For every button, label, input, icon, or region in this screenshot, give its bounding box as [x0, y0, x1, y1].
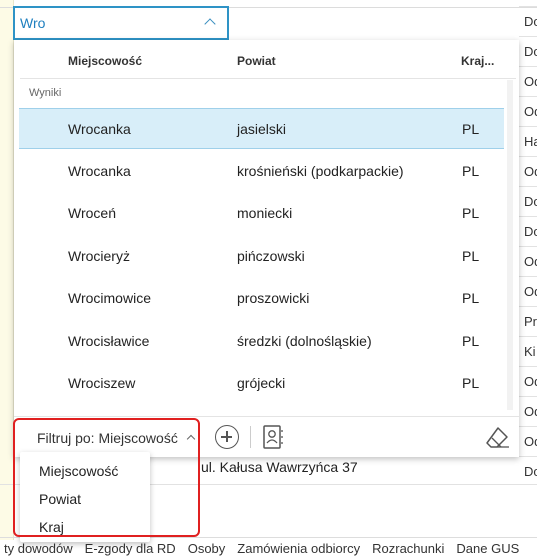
column-header-country[interactable]: Kraj... — [461, 54, 494, 68]
bg-cell: Od — [519, 66, 537, 96]
footer-divider — [14, 416, 519, 417]
result-city: Wrocanka — [68, 163, 131, 179]
result-district: pińczowski — [237, 248, 305, 264]
result-district: grójecki — [237, 375, 286, 391]
result-district: moniecki — [237, 205, 293, 221]
result-district: proszowicki — [237, 290, 310, 306]
results-scrollbar[interactable] — [507, 80, 513, 410]
result-row[interactable]: Wrocanka krośnieński (podkarpackie) PL — [19, 151, 504, 192]
filter-options-menu: Miejscowość Powiat Kraj — [20, 452, 150, 542]
result-city: Wrocieryż — [68, 248, 130, 264]
bg-cell: Do — [519, 216, 537, 246]
result-row[interactable]: Wroceń moniecki PL — [19, 193, 504, 234]
background-right-column: Do Do Od Od Ha Od Do Do Od Od Pr Ki Od O… — [519, 0, 537, 479]
city-search-combobox[interactable] — [13, 6, 229, 40]
result-country: PL — [462, 375, 480, 391]
chevron-up-icon[interactable] — [186, 434, 196, 444]
bg-cell: Od — [519, 96, 537, 126]
bg-cell: Do — [519, 456, 537, 486]
header-divider — [20, 78, 516, 79]
bg-cell: Ha — [519, 126, 537, 156]
chevron-up-icon[interactable] — [204, 18, 216, 30]
filter-by-button[interactable]: Filtruj po: Miejscowość — [37, 430, 178, 446]
result-country: PL — [462, 248, 480, 264]
result-country: PL — [462, 163, 480, 179]
bg-cell: Od — [519, 276, 537, 306]
result-row[interactable]: Wrocisławice średzki (dolnośląskie) PL — [19, 321, 504, 362]
bg-cell: Od — [519, 426, 537, 456]
result-district: krośnieński (podkarpackie) — [237, 163, 404, 179]
background-left-strip — [0, 0, 14, 540]
result-city: Wrocanka — [68, 121, 131, 137]
filter-option-city[interactable]: Miejscowość — [39, 463, 118, 479]
bg-cell: Pr — [519, 306, 537, 336]
filter-option-district[interactable]: Powiat — [39, 491, 81, 507]
result-row[interactable]: Wrociszew grójecki PL — [19, 363, 504, 404]
result-country: PL — [462, 121, 480, 137]
background-address: ul. Kałusa Wawrzyńca 37 — [201, 459, 358, 475]
result-city: Wrocisławice — [68, 333, 150, 349]
result-row[interactable]: Wrocanka jasielski PL — [19, 108, 504, 149]
result-city: Wrociszew — [68, 375, 136, 391]
bg-cell: Od — [519, 246, 537, 276]
add-icon[interactable] — [215, 425, 239, 449]
column-header-district[interactable]: Powiat — [237, 54, 276, 68]
bg-cell: Do — [519, 36, 537, 66]
result-row[interactable]: Wrocimowice proszowicki PL — [19, 278, 504, 319]
city-search-input[interactable] — [15, 8, 195, 38]
bg-cell: Ki — [519, 336, 537, 366]
bg-cell: Do — [519, 6, 537, 36]
result-country: PL — [462, 290, 480, 306]
eraser-icon[interactable] — [484, 425, 510, 449]
tab-persons[interactable]: Osoby — [188, 538, 226, 556]
bg-cell: Od — [519, 366, 537, 396]
section-label-results: Wyniki — [29, 87, 62, 99]
result-country: PL — [462, 333, 480, 349]
results-dropdown: Miejscowość Powiat Kraj... Wyniki Wrocan… — [14, 40, 519, 457]
column-header-city[interactable]: Miejscowość — [68, 54, 142, 68]
result-district: średzki (dolnośląskie) — [237, 333, 372, 349]
result-country: PL — [462, 205, 480, 221]
bg-cell: Od — [519, 156, 537, 186]
tab-customer-orders[interactable]: Zamówienia odbiorcy — [237, 538, 360, 556]
result-district: jasielski — [237, 121, 287, 137]
result-city: Wroceń — [68, 205, 116, 221]
address-book-icon[interactable] — [262, 425, 284, 449]
bg-cell: Od — [519, 396, 537, 426]
toolbar-separator — [250, 426, 251, 448]
bg-cell: Do — [519, 186, 537, 216]
result-city: Wrocimowice — [68, 290, 151, 306]
result-row[interactable]: Wrocieryż pińczowski PL — [19, 236, 504, 277]
tab-gus-data[interactable]: Dane GUS — [456, 538, 519, 556]
tab-settlements[interactable]: Rozrachunki — [372, 538, 444, 556]
filter-option-country[interactable]: Kraj — [39, 519, 64, 535]
